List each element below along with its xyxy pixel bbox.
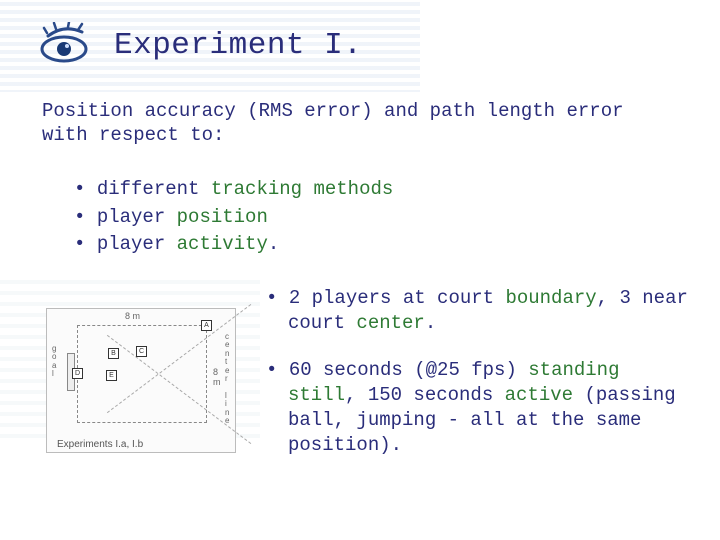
text: player (97, 206, 177, 228)
diagonal-2 (78, 326, 206, 422)
text: , 150 seconds (345, 384, 505, 406)
keyword: active (505, 384, 573, 406)
bullet-players-positions: 2 players at court boundary, 3 near cour… (266, 286, 692, 336)
bullet-player-activity: player activity. (74, 231, 393, 259)
text: 60 seconds (@25 fps) (289, 359, 528, 381)
diagram-canvas: g o a l 8 m 8 m A B C D E c e n t e r l … (75, 315, 223, 433)
top-bullet-list: different tracking methods player positi… (74, 176, 393, 259)
text: . (268, 233, 279, 255)
diagram-frame: g o a l 8 m 8 m A B C D E c e n t e r l … (46, 308, 236, 453)
intro-text: Position accuracy (RMS error) and path l… (42, 100, 680, 148)
bullet-timing-activity: 60 seconds (@25 fps) standing still, 150… (266, 358, 692, 458)
marker-a: A (201, 320, 212, 331)
bullet-player-position: player position (74, 204, 393, 232)
slide: Experiment I. Position accuracy (RMS err… (0, 0, 720, 540)
keyword: activity (177, 233, 268, 255)
text: 2 players at court (289, 287, 506, 309)
keyword: position (177, 206, 268, 228)
keyword: boundary (505, 287, 596, 309)
keyword: tracking (211, 178, 302, 200)
center-line-label: c e n t e r l i n e (225, 333, 245, 425)
text: different (97, 178, 211, 200)
text: player (97, 233, 177, 255)
title-row: Experiment I. (38, 16, 700, 74)
slide-title: Experiment I. (114, 28, 362, 63)
right-bullet-list: 2 players at court boundary, 3 near cour… (266, 286, 692, 480)
marker-d: D (72, 368, 83, 379)
keyword: center (356, 312, 424, 334)
eye-logo-icon (38, 22, 90, 68)
court-diagram: g o a l 8 m 8 m A B C D E c e n t e r l … (46, 308, 236, 453)
keyword: methods (313, 178, 393, 200)
marker-e: E (106, 370, 117, 381)
diagram-caption: Experiments I.a, I.b (53, 439, 229, 450)
marker-b: B (108, 348, 119, 359)
dim-horizontal: 8 m (125, 311, 140, 321)
court-outline: A B C D E (77, 325, 207, 423)
bullet-tracking-methods: different tracking methods (74, 176, 393, 204)
text (302, 178, 313, 200)
dim-vertical: 8 m (213, 367, 223, 387)
marker-c: C (136, 346, 147, 357)
text: . (425, 312, 436, 334)
